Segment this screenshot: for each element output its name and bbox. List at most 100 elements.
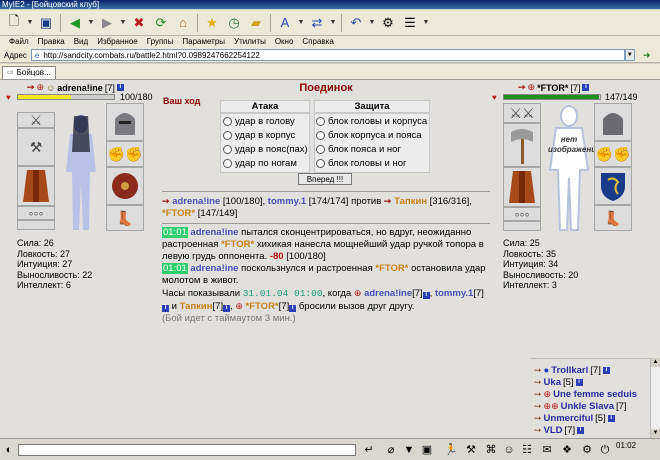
info-icon[interactable]: i	[582, 84, 590, 91]
attack-legs-radio[interactable]	[223, 159, 232, 168]
folder-icon[interactable]: ▰	[246, 13, 266, 33]
info-icon[interactable]: i	[116, 84, 124, 91]
enemy-name[interactable]: *FTOR*	[537, 83, 568, 93]
favorites-icon[interactable]: ★	[202, 13, 222, 33]
clear-icon[interactable]: ⌀	[384, 443, 398, 457]
friends-icon[interactable]: ☷	[520, 443, 534, 457]
attack-head-option[interactable]: удар в голову	[223, 116, 295, 127]
list-item[interactable]: ➙ Uka [5] i	[534, 377, 583, 388]
fight-icon[interactable]: 🏃	[444, 443, 458, 457]
vs-left2-name[interactable]: tommy.1	[268, 196, 306, 207]
scroll-down-icon[interactable]: ▼	[651, 429, 660, 438]
online-nick[interactable]: Unkle Slava	[561, 401, 614, 412]
online-nick[interactable]: Une femme seduis	[553, 389, 637, 400]
send-icon[interactable]: ↵	[362, 443, 376, 457]
amulet-slot[interactable]: ⚔⚔	[503, 103, 541, 123]
belt-slot[interactable]	[503, 221, 541, 231]
block-waist-legs-radio[interactable]	[316, 145, 325, 154]
weapon-slot[interactable]: ⚒	[17, 128, 55, 166]
save-icon[interactable]: ▣	[36, 13, 56, 33]
quests-icon[interactable]: ❖	[560, 443, 574, 457]
mail-icon[interactable]: ✉	[540, 443, 554, 457]
online-nick[interactable]: Uka	[544, 377, 561, 388]
vs-right2-name[interactable]: *FTOR*	[162, 208, 195, 219]
weapon-slot[interactable]	[503, 123, 541, 167]
info-icon[interactable]: i	[577, 427, 585, 434]
private-message-icon[interactable]: ➙	[534, 425, 542, 436]
menu-view[interactable]: Вид	[74, 36, 88, 48]
block-head-legs-option[interactable]: блок головы и ног	[316, 158, 406, 169]
attack-body-option[interactable]: удар в корпус	[223, 130, 295, 141]
tab-combats[interactable]: ▭ Бойцов...	[2, 66, 56, 79]
menu-groups[interactable]: Группы	[147, 36, 174, 48]
info-icon[interactable]: i	[162, 305, 169, 312]
attack-body-radio[interactable]	[223, 131, 232, 140]
scroll-up-icon[interactable]: ▲	[651, 358, 660, 367]
translate-icon[interactable]: ⇄	[307, 13, 327, 33]
inventory-icon[interactable]: ⚒	[464, 443, 478, 457]
vs-left1-name[interactable]: adrena!ine	[172, 196, 220, 207]
private-message-icon[interactable]: ➙	[534, 377, 542, 388]
private-message-icon[interactable]: ➙	[534, 413, 542, 424]
list-item[interactable]: ➙ Unmerciful [5] i	[534, 413, 615, 424]
shield-slot[interactable]	[106, 167, 144, 205]
menu-utilities[interactable]: Утилиты	[234, 36, 266, 48]
options-icon[interactable]: ☰	[400, 13, 420, 33]
block-head-legs-radio[interactable]	[316, 159, 325, 168]
chevron-down-icon[interactable]: ▼	[329, 19, 337, 26]
block-head-body-option[interactable]: блок головы и корпуса	[316, 116, 427, 127]
stop-icon[interactable]: ✖	[129, 13, 149, 33]
map-icon[interactable]: ⌘	[484, 443, 498, 457]
info-icon[interactable]: i	[223, 305, 231, 312]
chevron-down-icon[interactable]: ▼	[422, 19, 430, 26]
menu-window[interactable]: Окно	[275, 36, 294, 48]
boots-slot[interactable]: 👢	[106, 205, 144, 231]
online-nick[interactable]: Trollkarl	[551, 365, 588, 376]
chevron-down-icon[interactable]: ▼	[297, 19, 305, 26]
info-icon[interactable]: i	[607, 415, 615, 422]
online-nick[interactable]: Unmerciful	[544, 413, 594, 424]
list-item[interactable]: ➙ ⊕⊕ Unkle Slava [7]	[534, 401, 627, 412]
attack-head-radio[interactable]	[223, 117, 232, 126]
log-player[interactable]: tommy.1	[435, 288, 473, 299]
boots-slot[interactable]: 👢	[594, 205, 632, 231]
block-body-waist-radio[interactable]	[316, 131, 325, 140]
refresh-icon[interactable]: ⟳	[151, 13, 171, 33]
history-icon[interactable]: ◷	[224, 13, 244, 33]
shield-slot[interactable]	[594, 167, 632, 205]
amulet-slot[interactable]: ⚔	[17, 112, 55, 128]
log-player[interactable]: adrena!ine	[364, 288, 412, 299]
block-waist-legs-option[interactable]: блок пояса и ног	[316, 144, 401, 155]
gloves-slot[interactable]: ✊✊	[106, 141, 144, 167]
private-message-icon[interactable]: ➙	[534, 365, 542, 376]
menu-options[interactable]: Параметры	[182, 36, 225, 48]
helmet-slot[interactable]	[106, 103, 144, 141]
block-head-body-radio[interactable]	[316, 117, 325, 126]
log-enemy[interactable]: *FTOR*	[221, 239, 254, 250]
address-input[interactable]: e http://sandcity.combats.ru/battle2.htm…	[30, 49, 625, 61]
online-list-scrollbar[interactable]: ▲ ▼	[650, 358, 660, 438]
chevron-down-icon[interactable]: ▼	[119, 19, 127, 26]
menu-help[interactable]: Справка	[302, 36, 333, 48]
filter-icon[interactable]: ▼	[402, 443, 416, 457]
log-player[interactable]: adrena!ine	[190, 263, 238, 274]
attack-waist-option[interactable]: удар в пояс(пах)	[223, 144, 308, 155]
chat-input[interactable]	[18, 444, 356, 456]
gloves-slot[interactable]: ✊✊	[594, 141, 632, 167]
settings-icon[interactable]: ⚙	[580, 443, 594, 457]
ring-slot[interactable]: ◦◦◦	[503, 207, 541, 221]
chat-mode-icon[interactable]: ◐	[2, 443, 16, 457]
chevron-down-icon[interactable]: ▼	[87, 19, 95, 26]
player-name[interactable]: adrena!ine	[57, 83, 103, 93]
info-icon[interactable]: i	[422, 292, 430, 299]
back-icon[interactable]: ◀	[65, 13, 85, 33]
list-item[interactable]: ➙ ● Trollkarl [7] i	[534, 365, 610, 376]
exit-icon[interactable]: ⏻	[598, 443, 612, 457]
address-dropdown-button[interactable]: ▼	[624, 49, 635, 61]
menu-edit[interactable]: Правка	[38, 36, 65, 48]
forward-icon[interactable]: ▶	[97, 13, 117, 33]
undo-icon[interactable]: ↶	[346, 13, 366, 33]
log-player[interactable]: adrena!ine	[190, 227, 238, 238]
list-item[interactable]: ➙ VLD [7] i	[534, 425, 585, 436]
chevron-down-icon[interactable]: ▼	[26, 19, 34, 26]
